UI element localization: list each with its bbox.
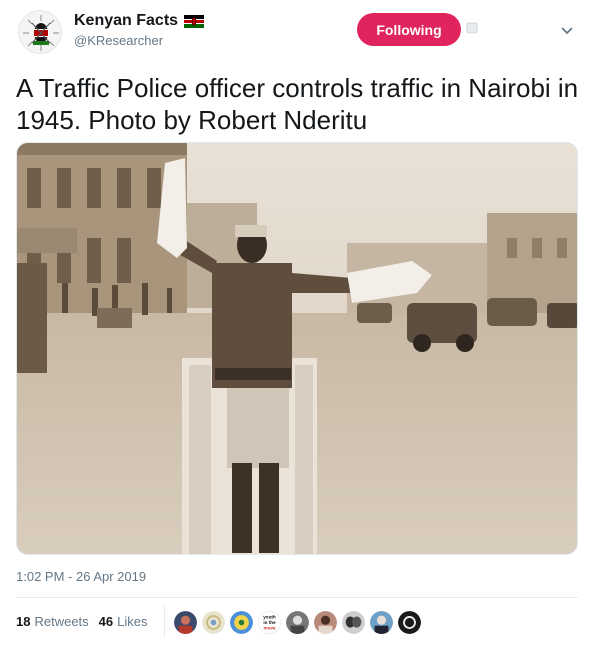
tweet-photo[interactable] bbox=[16, 142, 578, 555]
liker-avatar-6[interactable] bbox=[313, 610, 338, 635]
engagement-stats: 18 Retweets 46 Likes bbox=[16, 614, 158, 629]
retweets-count[interactable]: 18 bbox=[16, 614, 30, 629]
likes-count[interactable]: 46 bbox=[99, 614, 113, 629]
liker-avatar-5[interactable] bbox=[285, 610, 310, 635]
liker-avatar-1[interactable] bbox=[173, 610, 198, 635]
liker-text-line2: in the bbox=[263, 620, 276, 625]
liker-avatar-2[interactable] bbox=[201, 610, 226, 635]
tweet-header: Kenyan Facts @KResearcher Following bbox=[0, 0, 596, 62]
tweet-text: A Traffic Police officer controls traffi… bbox=[16, 73, 579, 135]
sepia-photo-traffic-officer-icon bbox=[17, 143, 577, 554]
notifications-icon[interactable] bbox=[466, 22, 478, 34]
following-button[interactable]: Following bbox=[357, 13, 461, 46]
kenya-coat-of-arms-icon bbox=[19, 11, 61, 53]
liker-avatar-4[interactable]: youth in the move bbox=[257, 610, 282, 635]
retweets-label[interactable]: Retweets bbox=[34, 614, 88, 629]
likes-label[interactable]: Likes bbox=[117, 614, 147, 629]
liker-avatar-8[interactable] bbox=[369, 610, 394, 635]
kenya-flag-icon bbox=[184, 14, 205, 28]
user-handle[interactable]: @KResearcher bbox=[74, 33, 163, 48]
liker-avatar-7[interactable] bbox=[341, 610, 366, 635]
display-name[interactable]: Kenyan Facts bbox=[74, 12, 178, 30]
avatar[interactable] bbox=[18, 10, 62, 54]
liker-text-line1: youth bbox=[263, 614, 276, 619]
liker-avatars: youth in the move bbox=[173, 610, 422, 635]
liker-text-line3: move bbox=[263, 625, 275, 630]
liker-avatar-3[interactable] bbox=[229, 610, 254, 635]
stats-separator bbox=[164, 606, 165, 638]
liker-avatar-9[interactable] bbox=[397, 610, 422, 635]
name-row: Kenyan Facts bbox=[74, 12, 205, 30]
divider bbox=[16, 597, 578, 598]
tweet-timestamp[interactable]: 1:02 PM - 26 Apr 2019 bbox=[16, 569, 146, 584]
chevron-down-icon[interactable] bbox=[559, 22, 575, 38]
